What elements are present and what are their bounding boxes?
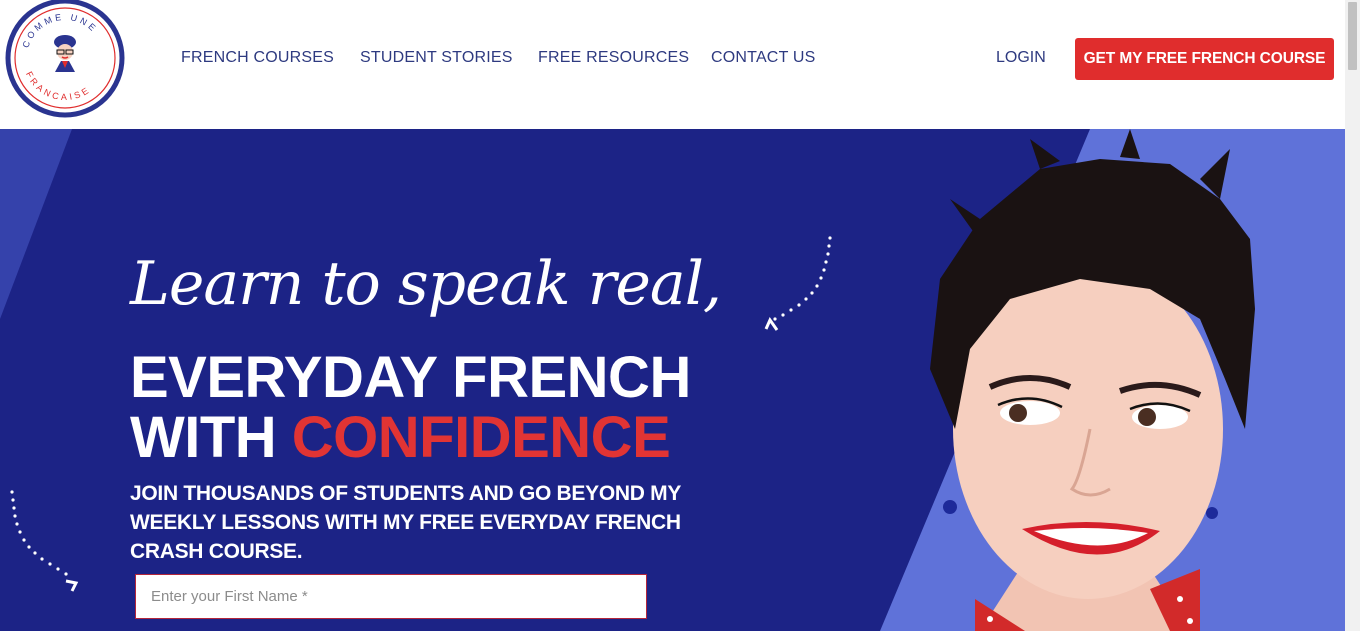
scrollbar[interactable]	[1345, 0, 1360, 631]
hero-headline-line2: WITH CONFIDENCE	[130, 409, 671, 467]
dotted-arrow-icon	[764, 236, 832, 331]
login-link[interactable]: LOGIN	[996, 49, 1046, 67]
hero-section: Learn to speak real, EVERYDAY FRENCH WIT…	[0, 129, 1345, 631]
hero-script-heading: Learn to speak real,	[130, 249, 722, 319]
nav-french-courses[interactable]: FRENCH COURSES	[181, 49, 334, 67]
dotted-arrow-icon	[10, 490, 79, 592]
hero-subheading: JOIN THOUSANDS OF STUDENTS AND GO BEYOND…	[130, 482, 681, 563]
nav-student-stories[interactable]: STUDENT STORIES	[360, 49, 513, 67]
get-free-course-button[interactable]: GET MY FREE FRENCH COURSE	[1075, 38, 1334, 80]
headline-with: WITH	[130, 405, 292, 470]
site-header: COMME UNE FRANCAISE FRENCH COURSES STUDE…	[0, 0, 1345, 129]
scrollbar-thumb[interactable]	[1348, 2, 1357, 70]
headline-confidence: CONFIDENCE	[291, 405, 671, 470]
hero-headline-line1: EVERYDAY FRENCH	[130, 345, 691, 410]
first-name-input[interactable]	[135, 574, 647, 619]
logo-icon[interactable]: COMME UNE FRANCAISE	[5, 0, 125, 120]
nav-free-resources[interactable]: FREE RESOURCES	[538, 49, 689, 67]
nav-contact-us[interactable]: CONTACT US	[711, 49, 816, 67]
